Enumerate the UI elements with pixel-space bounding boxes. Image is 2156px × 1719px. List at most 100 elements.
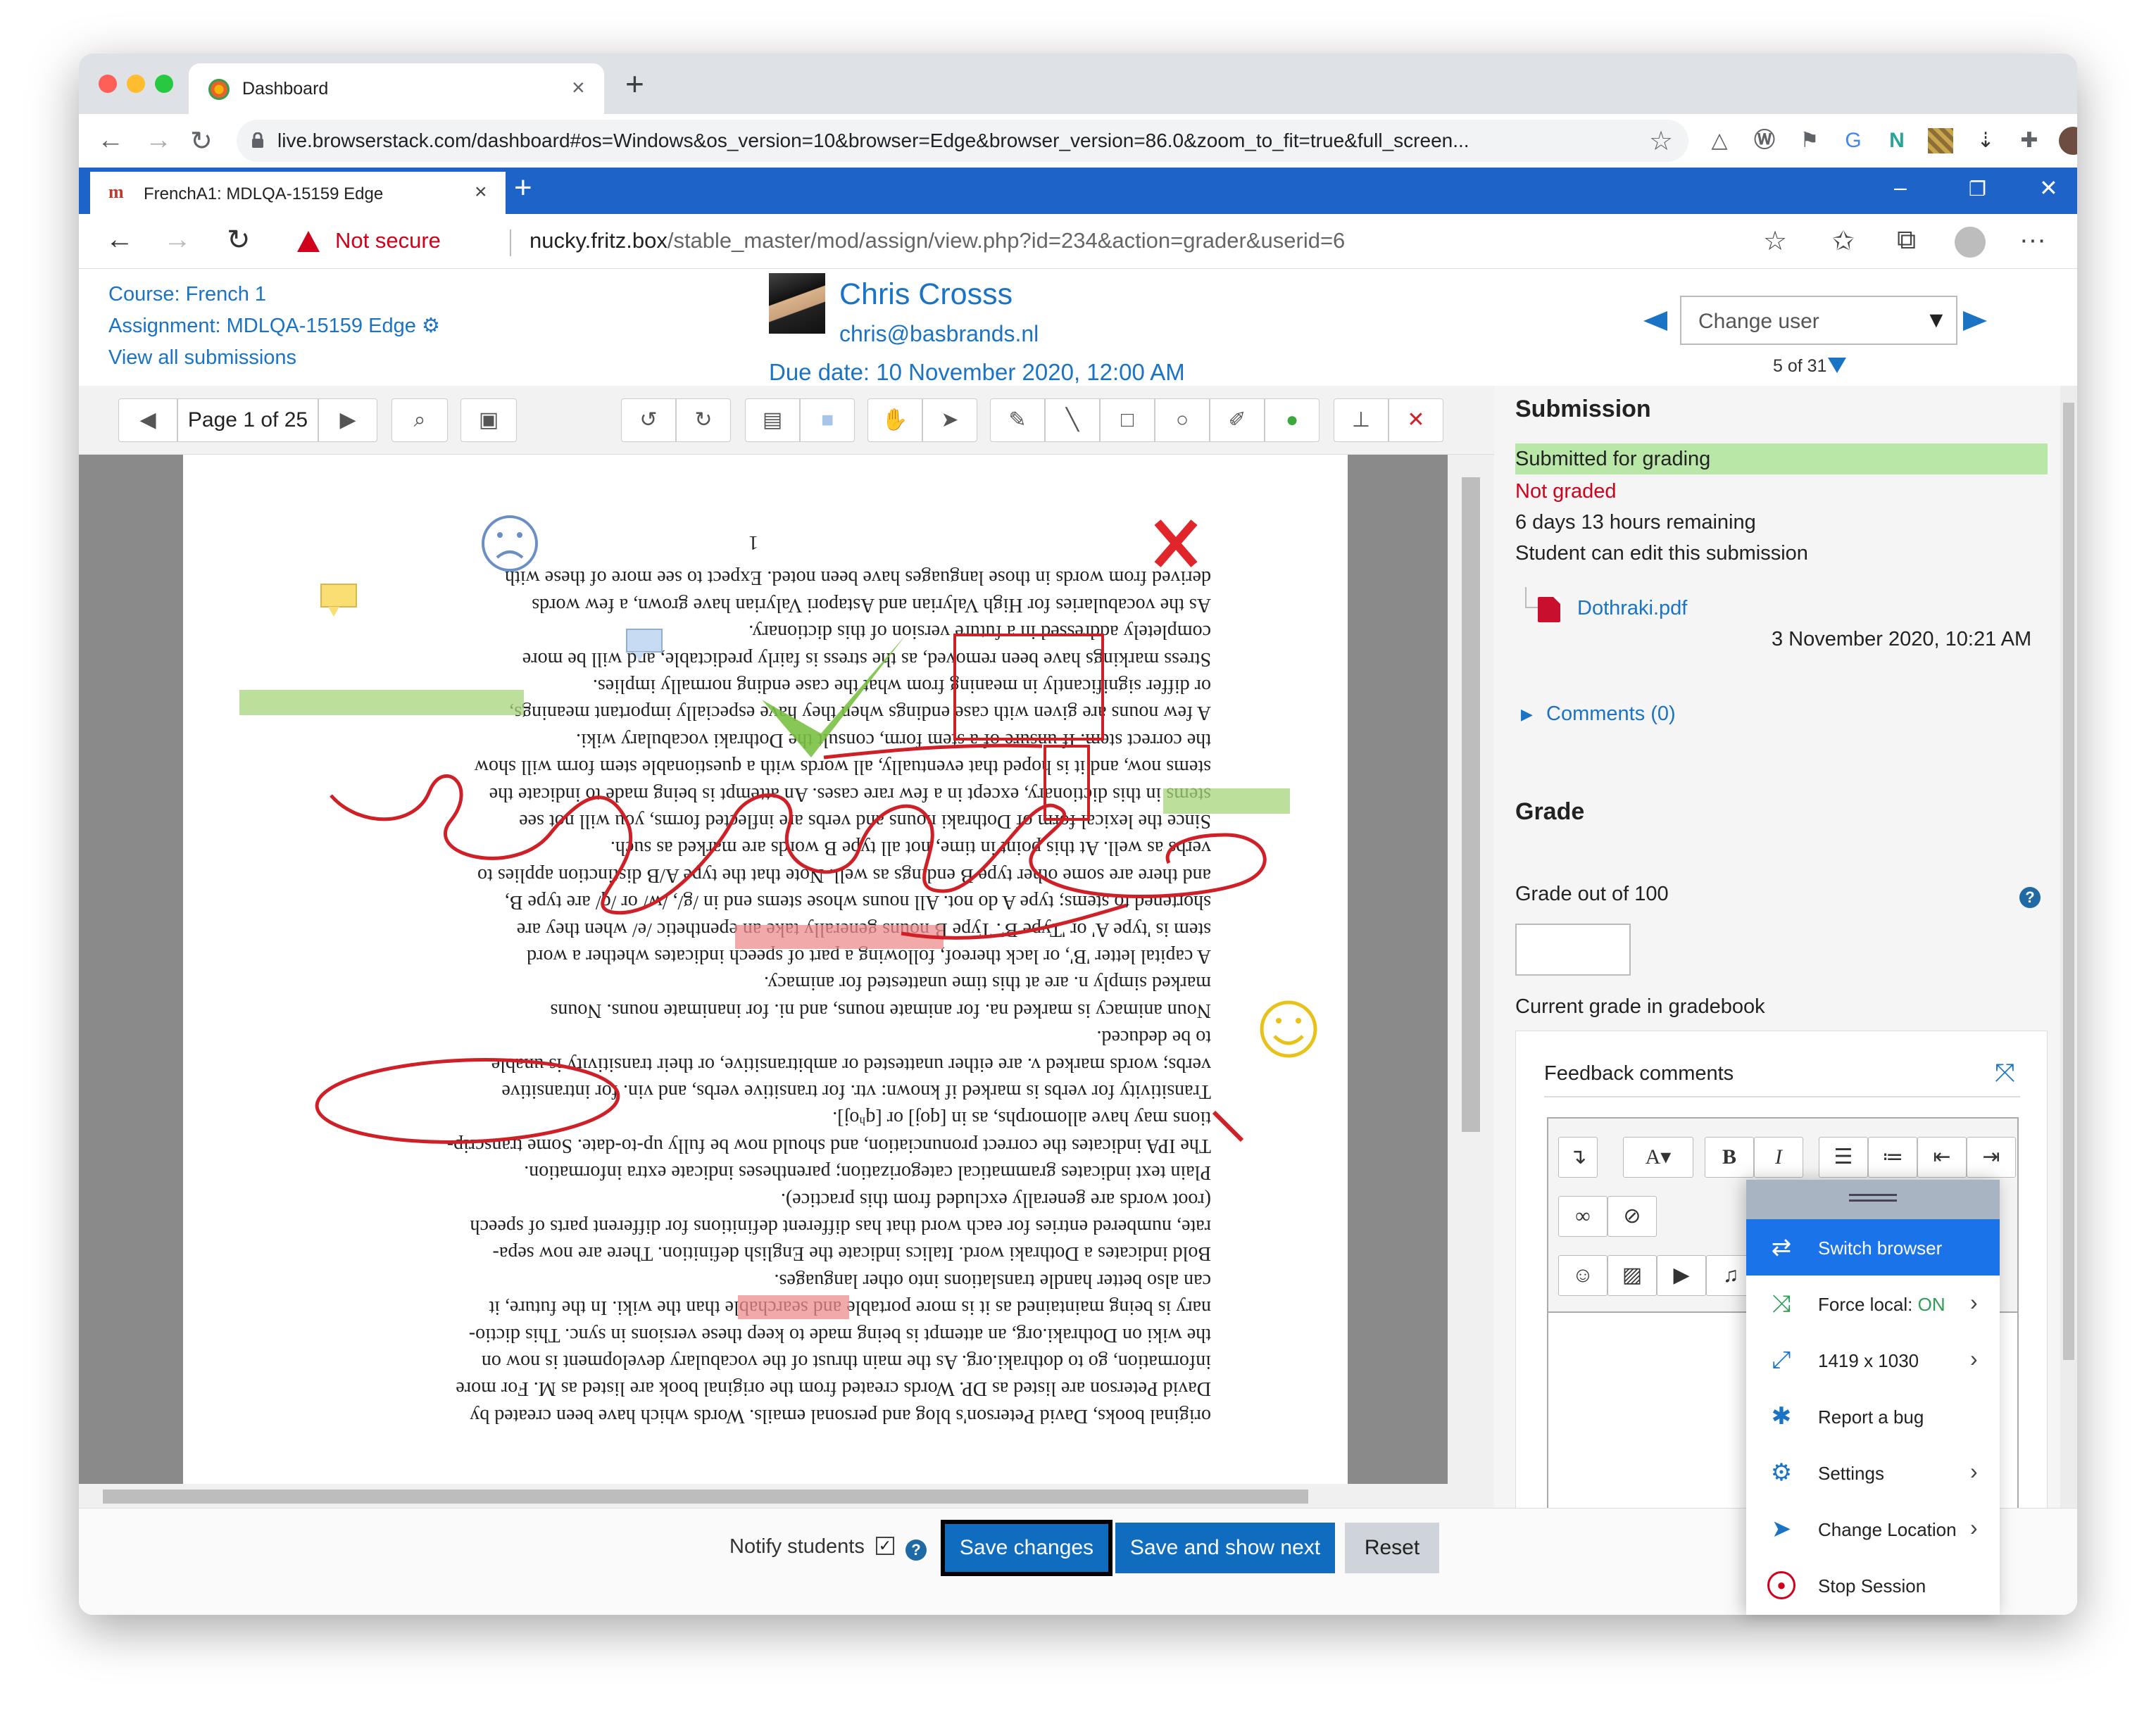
outdent-icon[interactable]: ⇤ [1917, 1137, 1967, 1178]
grade-input[interactable] [1515, 924, 1631, 976]
forward-button[interactable]: → [145, 125, 172, 156]
resolution-item[interactable]: ⤢ 1419 x 1030 › [1746, 1332, 2000, 1388]
fullscreen-expand-icon[interactable]: ⤧ [1995, 1058, 2015, 1088]
minimize-window-light[interactable] [127, 75, 145, 93]
highlight-red-1[interactable] [735, 925, 944, 949]
unlink-icon[interactable]: ⊘ [1607, 1196, 1657, 1237]
document-viewer[interactable]: derived from words in those languages ha… [79, 455, 1494, 1508]
panel-scrollbar[interactable] [2060, 386, 2077, 1508]
annotation-oval[interactable] [315, 1055, 620, 1147]
chrome-tab-dashboard[interactable]: Dashboard × [189, 63, 604, 114]
view-all-submissions-link[interactable]: View all submissions [108, 342, 440, 374]
edge-minimize-button[interactable]: – [1894, 175, 1907, 201]
page-select[interactable]: Page 1 of 25 [177, 398, 318, 442]
next-page-button[interactable]: ▶ [318, 398, 377, 442]
report-bug-item[interactable]: ✱ Report a bug [1746, 1388, 2000, 1444]
comments-toggle[interactable]: Comments (0) [1546, 703, 1676, 726]
extension-translate-icon[interactable]: G [1841, 128, 1866, 153]
vertical-scroll-thumb[interactable] [1462, 477, 1480, 1132]
smiley-stamp-icon[interactable] [1260, 1000, 1317, 1058]
line-tool-icon[interactable]: ╲ [1045, 398, 1100, 442]
freehand-scribble[interactable] [330, 774, 1267, 915]
oval-tool-icon[interactable]: ○ [1155, 398, 1210, 442]
previous-page-button[interactable]: ◀ [118, 398, 177, 442]
edge-back-button[interactable]: ← [106, 224, 134, 256]
pan-hand-icon[interactable]: ✋ [867, 398, 922, 442]
student-name[interactable]: Chris Crosss [839, 277, 1013, 312]
unordered-list-icon[interactable]: ☰ [1819, 1137, 1868, 1178]
extension-triangle-icon[interactable]: △ [1707, 128, 1732, 153]
comment-bubble-yellow-icon[interactable] [320, 584, 357, 617]
comment-bubble-blue-icon[interactable] [626, 629, 663, 662]
annotation-rectangle-1[interactable] [953, 634, 1104, 741]
caret-right-icon[interactable]: ▶ [1521, 705, 1533, 724]
extension-wordpress-icon[interactable]: Ⓦ [1752, 128, 1777, 153]
rotate-left-icon[interactable]: ↺ [621, 398, 676, 442]
close-window-light[interactable] [99, 75, 117, 93]
annotations-layer[interactable] [183, 455, 1348, 1508]
extension-pattern-icon[interactable] [1928, 128, 1953, 153]
color-tool-icon[interactable]: ■ [800, 398, 855, 442]
edge-close-button[interactable]: ✕ [2039, 175, 2058, 201]
change-location-item[interactable]: ➤ Change Location › [1746, 1501, 2000, 1557]
address-bar[interactable]: live.browserstack.com/dashboard#os=Windo… [237, 120, 1688, 162]
rotate-right-icon[interactable]: ↻ [676, 398, 731, 442]
student-email[interactable]: chris@basbrands.nl [839, 321, 1039, 347]
back-button[interactable]: ← [97, 125, 124, 156]
course-link[interactable]: Course: French 1 [108, 279, 440, 310]
switch-browser-item[interactable]: ⇄ Switch browser [1746, 1219, 2000, 1276]
reset-button[interactable]: Reset [1345, 1523, 1439, 1573]
green-check-stamp-icon[interactable] [762, 634, 907, 757]
edge-forward-button[interactable]: → [163, 224, 192, 256]
edge-reload-button[interactable]: ↻ [227, 224, 251, 256]
stamp-tool-icon[interactable]: ⊥ [1334, 398, 1389, 442]
highlight-green-1[interactable] [239, 690, 524, 715]
extension-n-icon[interactable]: N [1884, 128, 1910, 153]
annotation-rectangle-2[interactable] [1043, 745, 1090, 821]
ordered-list-icon[interactable]: ≔ [1868, 1137, 1917, 1178]
close-edge-tab-icon[interactable]: × [475, 180, 487, 204]
indent-icon[interactable]: ⇥ [1967, 1137, 2016, 1178]
annotation-tick-line[interactable] [1212, 1110, 1244, 1142]
bookmark-star-icon[interactable]: ☆ [1649, 125, 1673, 157]
toolbar-toggle-icon[interactable]: ↴ [1558, 1137, 1598, 1178]
pdf-page[interactable]: derived from words in those languages ha… [183, 455, 1348, 1508]
not-secure-label[interactable]: Not secure [335, 228, 441, 253]
font-style-button[interactable]: A▾ [1623, 1137, 1693, 1178]
bold-button[interactable]: B [1705, 1137, 1754, 1178]
rectangle-tool-icon[interactable]: □ [1100, 398, 1155, 442]
panel-scroll-thumb[interactable] [2063, 403, 2074, 1360]
edge-restore-button[interactable]: ❐ [1969, 177, 1986, 201]
new-tab-button[interactable]: + [625, 65, 644, 103]
help-icon[interactable]: ? [2019, 887, 2041, 908]
highlight-red-2[interactable] [738, 1295, 849, 1319]
pen-tool-icon[interactable]: ✎ [990, 398, 1045, 442]
submission-file-link[interactable]: Dothraki.pdf [1577, 597, 1687, 620]
save-changes-button[interactable]: Save changes [941, 1520, 1113, 1576]
highlight-green-2[interactable] [1163, 788, 1290, 814]
menu-drag-handle[interactable] [1746, 1180, 2000, 1219]
notify-help-icon[interactable]: ? [905, 1539, 927, 1561]
extensions-puzzle-icon[interactable]: ✚ [2017, 128, 2042, 153]
stamp-cross-icon[interactable]: ✕ [1389, 398, 1443, 442]
edge-address-url[interactable]: nucky.fritz.box/stable_master/mod/assign… [529, 228, 1345, 253]
select-cursor-icon[interactable]: ➤ [922, 398, 977, 442]
document-horizontal-scrollbar[interactable] [79, 1484, 1448, 1508]
profile-avatar[interactable] [2059, 127, 2077, 155]
gear-icon[interactable]: ⚙ [422, 315, 440, 337]
expand-comments-icon[interactable]: ▣ [460, 398, 517, 442]
edge-tab-frencha1[interactable]: m FrenchA1: MDLQA-15159 Edge × [90, 172, 506, 214]
assignment-link[interactable]: Assignment: MDLQA-15159 Edge ⚙ [108, 310, 440, 342]
previous-user-arrow-icon[interactable] [1643, 311, 1667, 331]
favorite-star-icon[interactable]: ☆ [1763, 225, 1787, 257]
edge-profile-icon[interactable] [1955, 227, 1986, 258]
horizontal-scroll-thumb[interactable] [103, 1490, 1308, 1504]
search-comments-icon[interactable]: ⌕ [391, 398, 448, 442]
save-and-show-next-button[interactable]: Save and show next [1115, 1523, 1335, 1573]
next-user-arrow-icon[interactable] [1963, 311, 1987, 331]
ink-color-icon[interactable]: ● [1265, 398, 1320, 442]
filter-icon[interactable] [1828, 358, 1846, 373]
image-icon[interactable]: ▨ [1607, 1255, 1657, 1296]
freehand-line-2[interactable] [823, 743, 1043, 760]
link-icon[interactable]: ∞ [1558, 1196, 1607, 1237]
